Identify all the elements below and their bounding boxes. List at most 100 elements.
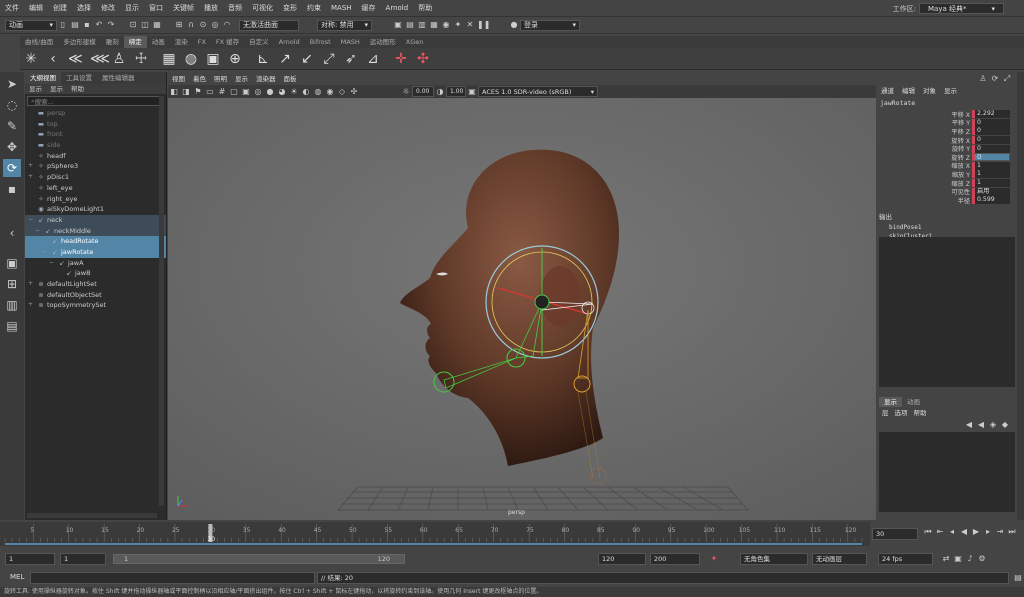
menu-item[interactable]: 音频	[228, 3, 242, 13]
outliner-row[interactable]: − ↙ neck	[25, 214, 166, 226]
command-input[interactable]	[30, 572, 315, 584]
quick-rig-icon[interactable]: ☩	[134, 51, 148, 67]
shelf-tab[interactable]: 曲线/曲面	[20, 36, 58, 48]
locator-icon[interactable]: ✛	[394, 51, 408, 67]
viewport-menu-item[interactable]: 面板	[280, 74, 301, 85]
attribute-row[interactable]: 平移 Y0	[877, 118, 1017, 127]
outliner-row[interactable]: ✧ right_eye	[25, 194, 166, 205]
menu-item[interactable]: Arnold	[386, 4, 409, 12]
viewport-menu-item[interactable]: 显示	[231, 74, 252, 85]
render-view-icon[interactable]: ▣	[393, 20, 403, 30]
shelf-tab[interactable]: 多边形建模	[58, 36, 101, 48]
viewport-menu-item[interactable]: 视图	[168, 74, 189, 85]
attribute-value[interactable]: 0	[972, 118, 1010, 127]
range-slider[interactable]: 1 120	[113, 554, 405, 564]
current-frame-field[interactable]: 30	[872, 528, 918, 540]
two-view-icon[interactable]: ▥	[3, 296, 21, 314]
menu-item[interactable]: MASH	[331, 4, 352, 12]
outliner-row[interactable]: ▬ front	[25, 129, 166, 140]
outliner-row[interactable]: ↙ headRotate	[25, 236, 166, 247]
orient-constraint-icon[interactable]: ↙	[300, 51, 314, 67]
attribute-value[interactable]: 0	[972, 153, 1010, 162]
workspace-dropdown[interactable]: Maya 经典* ▾	[919, 3, 1004, 14]
bind-skin-icon[interactable]: ▦	[162, 51, 176, 67]
save-scene-icon[interactable]: ▪	[82, 20, 92, 30]
play-backward-icon[interactable]: ◀	[959, 527, 969, 537]
outliner-menu-item[interactable]: 显示	[46, 84, 67, 94]
snap-grid-icon[interactable]: ⊞	[174, 20, 184, 30]
outliner-layout-icon[interactable]: ▤	[3, 317, 21, 335]
cluster-handle-icon[interactable]: ✣	[416, 51, 430, 67]
shelf-tab[interactable]: MASH	[336, 36, 365, 48]
attribute-value[interactable]: 1	[972, 161, 1010, 170]
shelf-tab[interactable]: Bifrost	[305, 36, 336, 48]
fps-dropdown[interactable]: 24 fps	[878, 553, 933, 565]
snap-surface-icon[interactable]: ◠	[222, 20, 232, 30]
step-back-frame-icon[interactable]: ◂	[947, 527, 957, 537]
textured-icon[interactable]: ◕	[277, 87, 287, 97]
humanik-icon[interactable]: ♙	[112, 51, 126, 67]
bookmark-icon[interactable]: ⚑	[193, 87, 203, 97]
grid-toggle-icon[interactable]: #	[217, 87, 227, 97]
go-to-end-icon[interactable]: ⏭	[1007, 527, 1017, 537]
select-hierarchy-icon[interactable]: ⊡	[128, 20, 138, 30]
single-view-icon[interactable]: ▣	[3, 254, 21, 272]
layer-move-down-icon[interactable]: ◀	[976, 420, 986, 430]
outliner-scrollbar[interactable]	[159, 96, 164, 506]
layer-menu-item[interactable]: 选项	[892, 408, 911, 418]
menu-set-dropdown[interactable]: 动画 ▾	[5, 19, 57, 31]
arnold-ipr-icon[interactable]: ✕	[465, 20, 475, 30]
expand-toggle-icon[interactable]: +	[28, 172, 33, 183]
xray-joints-icon[interactable]: ✣	[349, 87, 359, 97]
new-layer-icon[interactable]: ◈	[988, 420, 998, 430]
layer-tab[interactable]: 动画	[902, 397, 925, 407]
step-forward-frame-icon[interactable]: ▸	[983, 527, 993, 537]
wireframe-icon[interactable]: ◎	[253, 87, 263, 97]
menu-item[interactable]: 显示	[125, 3, 139, 13]
expand-toggle-icon[interactable]: +	[28, 161, 33, 172]
shelf-tab[interactable]: Arnold	[274, 36, 305, 48]
go-to-start-icon[interactable]: ⏮	[923, 527, 933, 537]
channelbox-menu-item[interactable]: 显示	[940, 86, 961, 96]
live-surface-field[interactable]: 无激活曲面	[239, 19, 299, 31]
point-constraint-icon[interactable]: ↗	[278, 51, 292, 67]
time-slider[interactable]: 5 10 15 20 25 30 35 40 45 50 55 60 65 70 75 80 85 90 95 100…	[0, 522, 870, 546]
outliner-row[interactable]: ▬ persp	[25, 108, 166, 119]
film-gate-icon[interactable]: ▢	[229, 87, 239, 97]
open-scene-icon[interactable]: ▤	[70, 20, 80, 30]
exposure-field[interactable]: 0.00	[412, 86, 434, 97]
layer-move-up-icon[interactable]: ◀	[964, 420, 974, 430]
layer-menu-item[interactable]: 帮助	[911, 408, 930, 418]
menu-item[interactable]: 缓存	[362, 3, 376, 13]
playback-end-field[interactable]: 120	[598, 553, 646, 565]
rotate-tool-icon[interactable]: ⟳	[3, 159, 21, 177]
layer-menu-item[interactable]: 层	[879, 408, 892, 418]
playback-start-field[interactable]: 1	[60, 553, 106, 565]
output-node[interactable]: bindPose1	[877, 223, 1017, 232]
select-camera-icon[interactable]: ◧	[169, 87, 179, 97]
menu-item[interactable]: 文件	[5, 3, 19, 13]
expand-toggle-icon[interactable]: −	[28, 215, 33, 226]
create-joint-icon[interactable]: ✳	[24, 51, 38, 67]
four-view-icon[interactable]: ⊞	[3, 275, 21, 293]
step-back-key-icon[interactable]: ⇤	[935, 527, 945, 537]
render-settings-icon[interactable]: ▦	[429, 20, 439, 30]
outliner-row[interactable]: ▬ side	[25, 140, 166, 151]
attribute-row[interactable]: 平移 Z0	[877, 127, 1017, 136]
outliner-search[interactable]: ⌕ 搜索...	[27, 96, 164, 106]
parent-constraint-icon[interactable]: ⊾	[256, 51, 270, 67]
layer-tab[interactable]: 显示	[879, 397, 902, 407]
move-tool-icon[interactable]: ✥	[3, 138, 21, 156]
outliner-tab[interactable]: 工具设置	[61, 72, 97, 84]
ao-icon[interactable]: ◍	[313, 87, 323, 97]
attribute-value[interactable]: 1	[972, 170, 1010, 179]
paint-select-icon[interactable]: ✎	[3, 117, 21, 135]
outliner-row[interactable]: − ↙ jawA	[25, 258, 166, 269]
attribute-row[interactable]: 半径 0.599	[877, 196, 1017, 205]
select-component-icon[interactable]: ▦	[152, 20, 162, 30]
expand-toggle-icon[interactable]: −	[42, 247, 47, 258]
outliner-row[interactable]: ↙ jawB	[25, 268, 166, 279]
shelf-tab[interactable]: FX 缓存	[211, 36, 244, 48]
expand-toggle-icon[interactable]: −	[35, 226, 40, 237]
scale-tool-icon[interactable]: ▪	[3, 180, 21, 198]
